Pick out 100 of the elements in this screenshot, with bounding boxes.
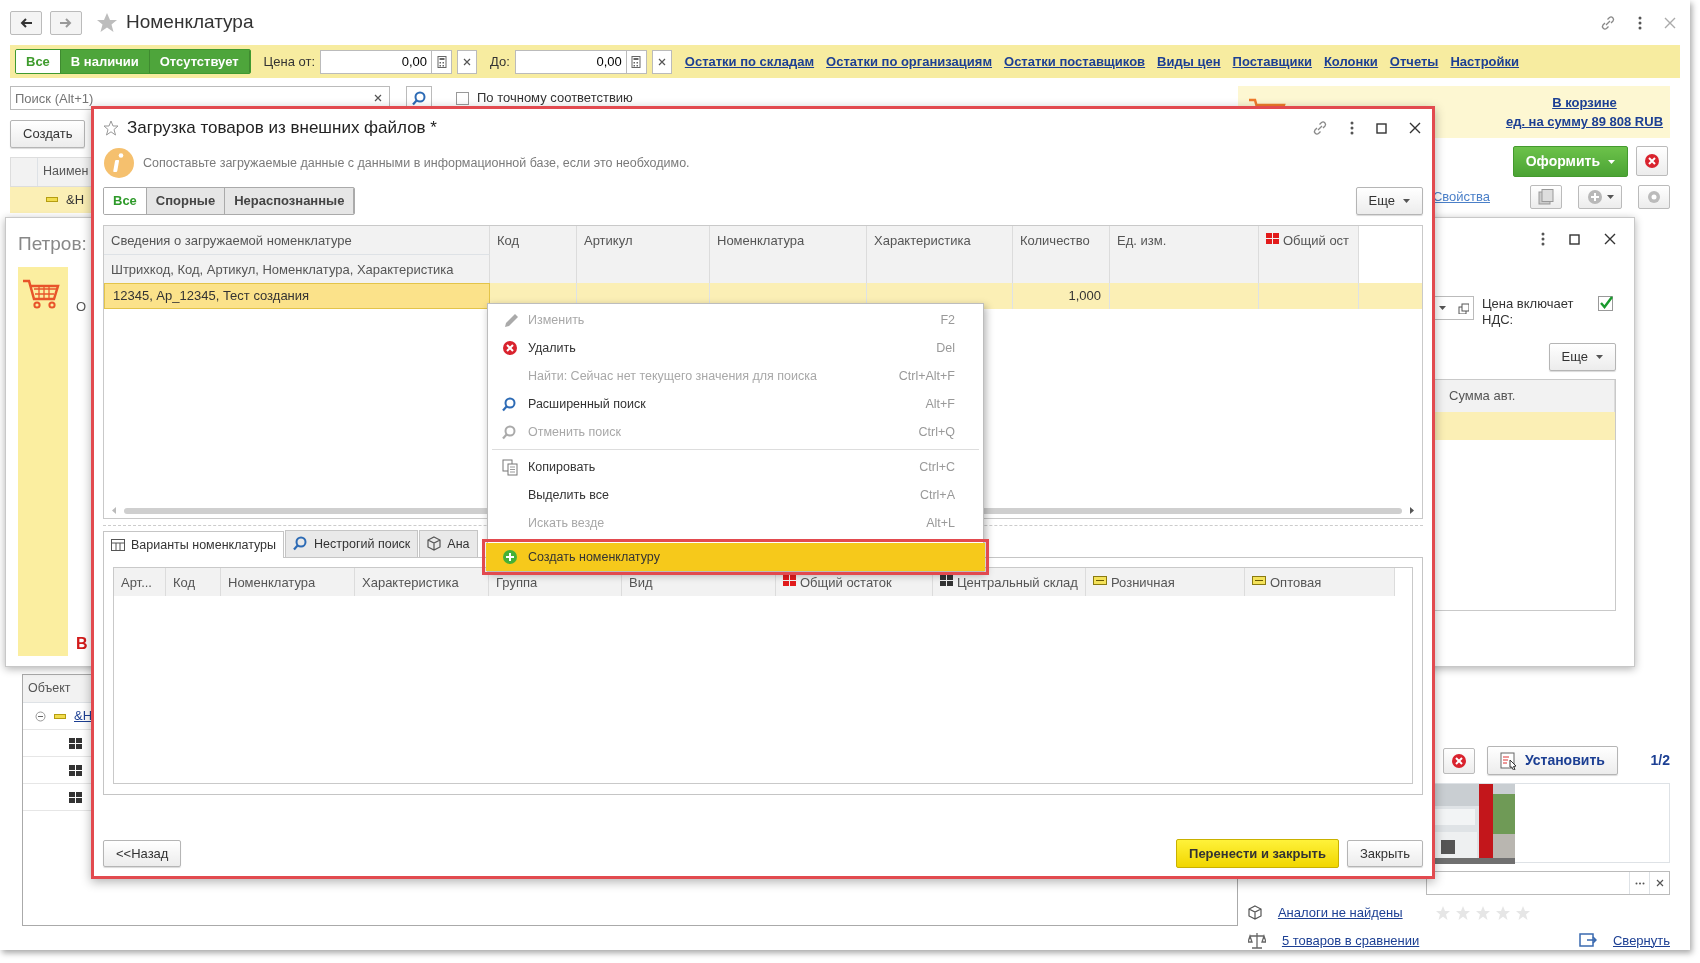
pencil-icon — [502, 312, 518, 328]
toolbar-link[interactable]: Настройки — [1450, 51, 1519, 72]
forward-button[interactable] — [50, 10, 82, 35]
calculator-button[interactable] — [626, 49, 647, 74]
link-icon[interactable] — [1600, 14, 1616, 31]
column-header: Сумма авт. — [1435, 379, 1615, 412]
column-header: Характеристика — [867, 225, 1013, 283]
column-header: Арт... — [114, 568, 166, 597]
plus-icon — [1586, 189, 1603, 205]
more-icon[interactable] — [1541, 232, 1545, 246]
copy-icon — [1538, 189, 1554, 205]
filter-tab[interactable]: Все — [16, 49, 61, 74]
price-field[interactable]: 0,00 — [514, 49, 627, 74]
plus-icon — [502, 549, 518, 565]
table-cell: 1,000 — [1013, 282, 1110, 309]
close-icon[interactable] — [1604, 233, 1616, 245]
column-header: Сведения о загружаемой номенклатуре — [104, 225, 490, 255]
star-icon[interactable] — [103, 120, 119, 136]
tab[interactable]: Ана — [419, 529, 478, 558]
more-icon[interactable] — [1350, 121, 1354, 135]
copy-button[interactable] — [1530, 185, 1562, 209]
checkbox-checked[interactable] — [1598, 296, 1613, 311]
maximize-icon[interactable] — [1376, 122, 1387, 134]
checkbox[interactable] — [456, 91, 469, 105]
star-icon — [1454, 904, 1471, 921]
collapse-link[interactable]: Свернуть — [1613, 930, 1670, 950]
cancel-button[interactable] — [1636, 146, 1668, 176]
more-button[interactable]: Еще — [1548, 343, 1616, 371]
menu-item[interactable]: Расширенный поиск Alt+F — [488, 390, 983, 418]
close-icon[interactable] — [1409, 122, 1421, 134]
link-icon[interactable] — [1312, 120, 1328, 136]
column-header: Характеристика — [355, 568, 489, 597]
delete-icon — [502, 340, 518, 356]
column-header: Штрихкод, Код, Артикул, Номенклатура, Характеристика — [104, 254, 490, 283]
group-icon — [46, 197, 58, 202]
price-tag-icon — [1252, 576, 1266, 586]
caret-icon — [1403, 198, 1410, 203]
create-button[interactable]: Создать — [10, 120, 86, 148]
calculator-button[interactable] — [432, 49, 452, 74]
ellipsis-icon — [1634, 881, 1645, 885]
tab[interactable]: Варианты номенклатуры — [103, 530, 285, 559]
cube-icon — [1247, 905, 1262, 921]
menu-item[interactable]: Выделить все Ctrl+A — [488, 481, 983, 509]
tab[interactable]: Нестрогий поиск — [285, 529, 419, 558]
filter-tab[interactable]: Спорные — [146, 188, 226, 214]
clear-button[interactable] — [651, 49, 672, 74]
scroll-right-icon[interactable] — [1410, 507, 1414, 514]
field-label: О — [76, 297, 88, 316]
collapse-icon[interactable] — [35, 710, 46, 722]
clear-icon — [657, 57, 666, 66]
cancel-button[interactable] — [1442, 747, 1475, 774]
info-message: Сопоставьте загружаемые данные с данными в информационной базе, если это необходимо. — [143, 154, 690, 172]
toolbar-link[interactable]: Поставщики — [1232, 51, 1312, 72]
back-button[interactable] — [10, 10, 42, 35]
maximize-icon[interactable] — [1569, 233, 1580, 245]
toolbar-link[interactable]: Колонки — [1323, 51, 1378, 72]
price-field[interactable]: 0,00 — [320, 49, 432, 74]
more-button[interactable]: Еще — [1355, 187, 1423, 215]
star-icon — [1474, 904, 1491, 921]
toolbar-link[interactable]: Остатки по складам — [684, 51, 815, 72]
grid-icon — [69, 764, 82, 776]
clear-icon — [463, 57, 471, 66]
filter-tab[interactable]: Все — [104, 188, 147, 214]
cart-total-link[interactable]: ед. на сумму 89 808 RUB — [1505, 112, 1664, 132]
caret-icon — [1608, 159, 1615, 164]
star-icon[interactable] — [96, 12, 118, 33]
more-icon[interactable] — [1638, 15, 1642, 30]
toolbar-link[interactable]: Остатки поставщиков — [1004, 51, 1146, 72]
column-header: Ед. изм. — [1110, 225, 1259, 283]
clear-icon — [1655, 879, 1664, 887]
warning-text: В — [76, 634, 88, 654]
transfer-and-close-button[interactable]: Перенести и закрыть — [1176, 838, 1339, 868]
cart-link[interactable]: В корзине — [1552, 92, 1617, 112]
dropdown-field[interactable] — [1434, 296, 1474, 320]
back-button[interactable]: <<Назад — [103, 839, 182, 867]
clear-button[interactable] — [457, 49, 477, 74]
search-icon — [411, 90, 427, 106]
column-header: Код — [490, 225, 577, 283]
column-header: Код — [166, 568, 221, 597]
set-button[interactable]: Установить — [1486, 746, 1618, 775]
checkbox-label: По точному соответствию — [477, 89, 633, 108]
menu-item[interactable]: Удалить Del — [488, 334, 983, 362]
filter-tab[interactable]: Нераспознанные — [225, 188, 355, 214]
close-button[interactable]: Закрыть — [1346, 839, 1423, 867]
toolbar-link[interactable]: Отчеты — [1389, 51, 1439, 72]
price-tag-icon — [1093, 576, 1107, 586]
toolbar-link[interactable]: Остатки по организациям — [826, 51, 992, 72]
compare-link[interactable]: 5 товаров в сравнении — [1281, 930, 1420, 950]
tree-link[interactable]: &Н — [74, 706, 93, 726]
stock-icon — [783, 575, 796, 587]
pager: 1/2 — [1650, 751, 1670, 770]
calculator-icon — [436, 55, 447, 68]
menu-item[interactable]: Копировать Ctrl+C — [488, 453, 983, 481]
search-icon — [293, 536, 309, 552]
window-icon — [1579, 932, 1597, 948]
properties-link[interactable]: Свойства — [1432, 187, 1490, 207]
analogs-link[interactable]: Аналоги не найдены — [1277, 903, 1403, 923]
star-icon — [1514, 904, 1531, 921]
toolbar-link[interactable]: Виды цен — [1157, 51, 1221, 72]
copy-icon — [1458, 302, 1469, 314]
